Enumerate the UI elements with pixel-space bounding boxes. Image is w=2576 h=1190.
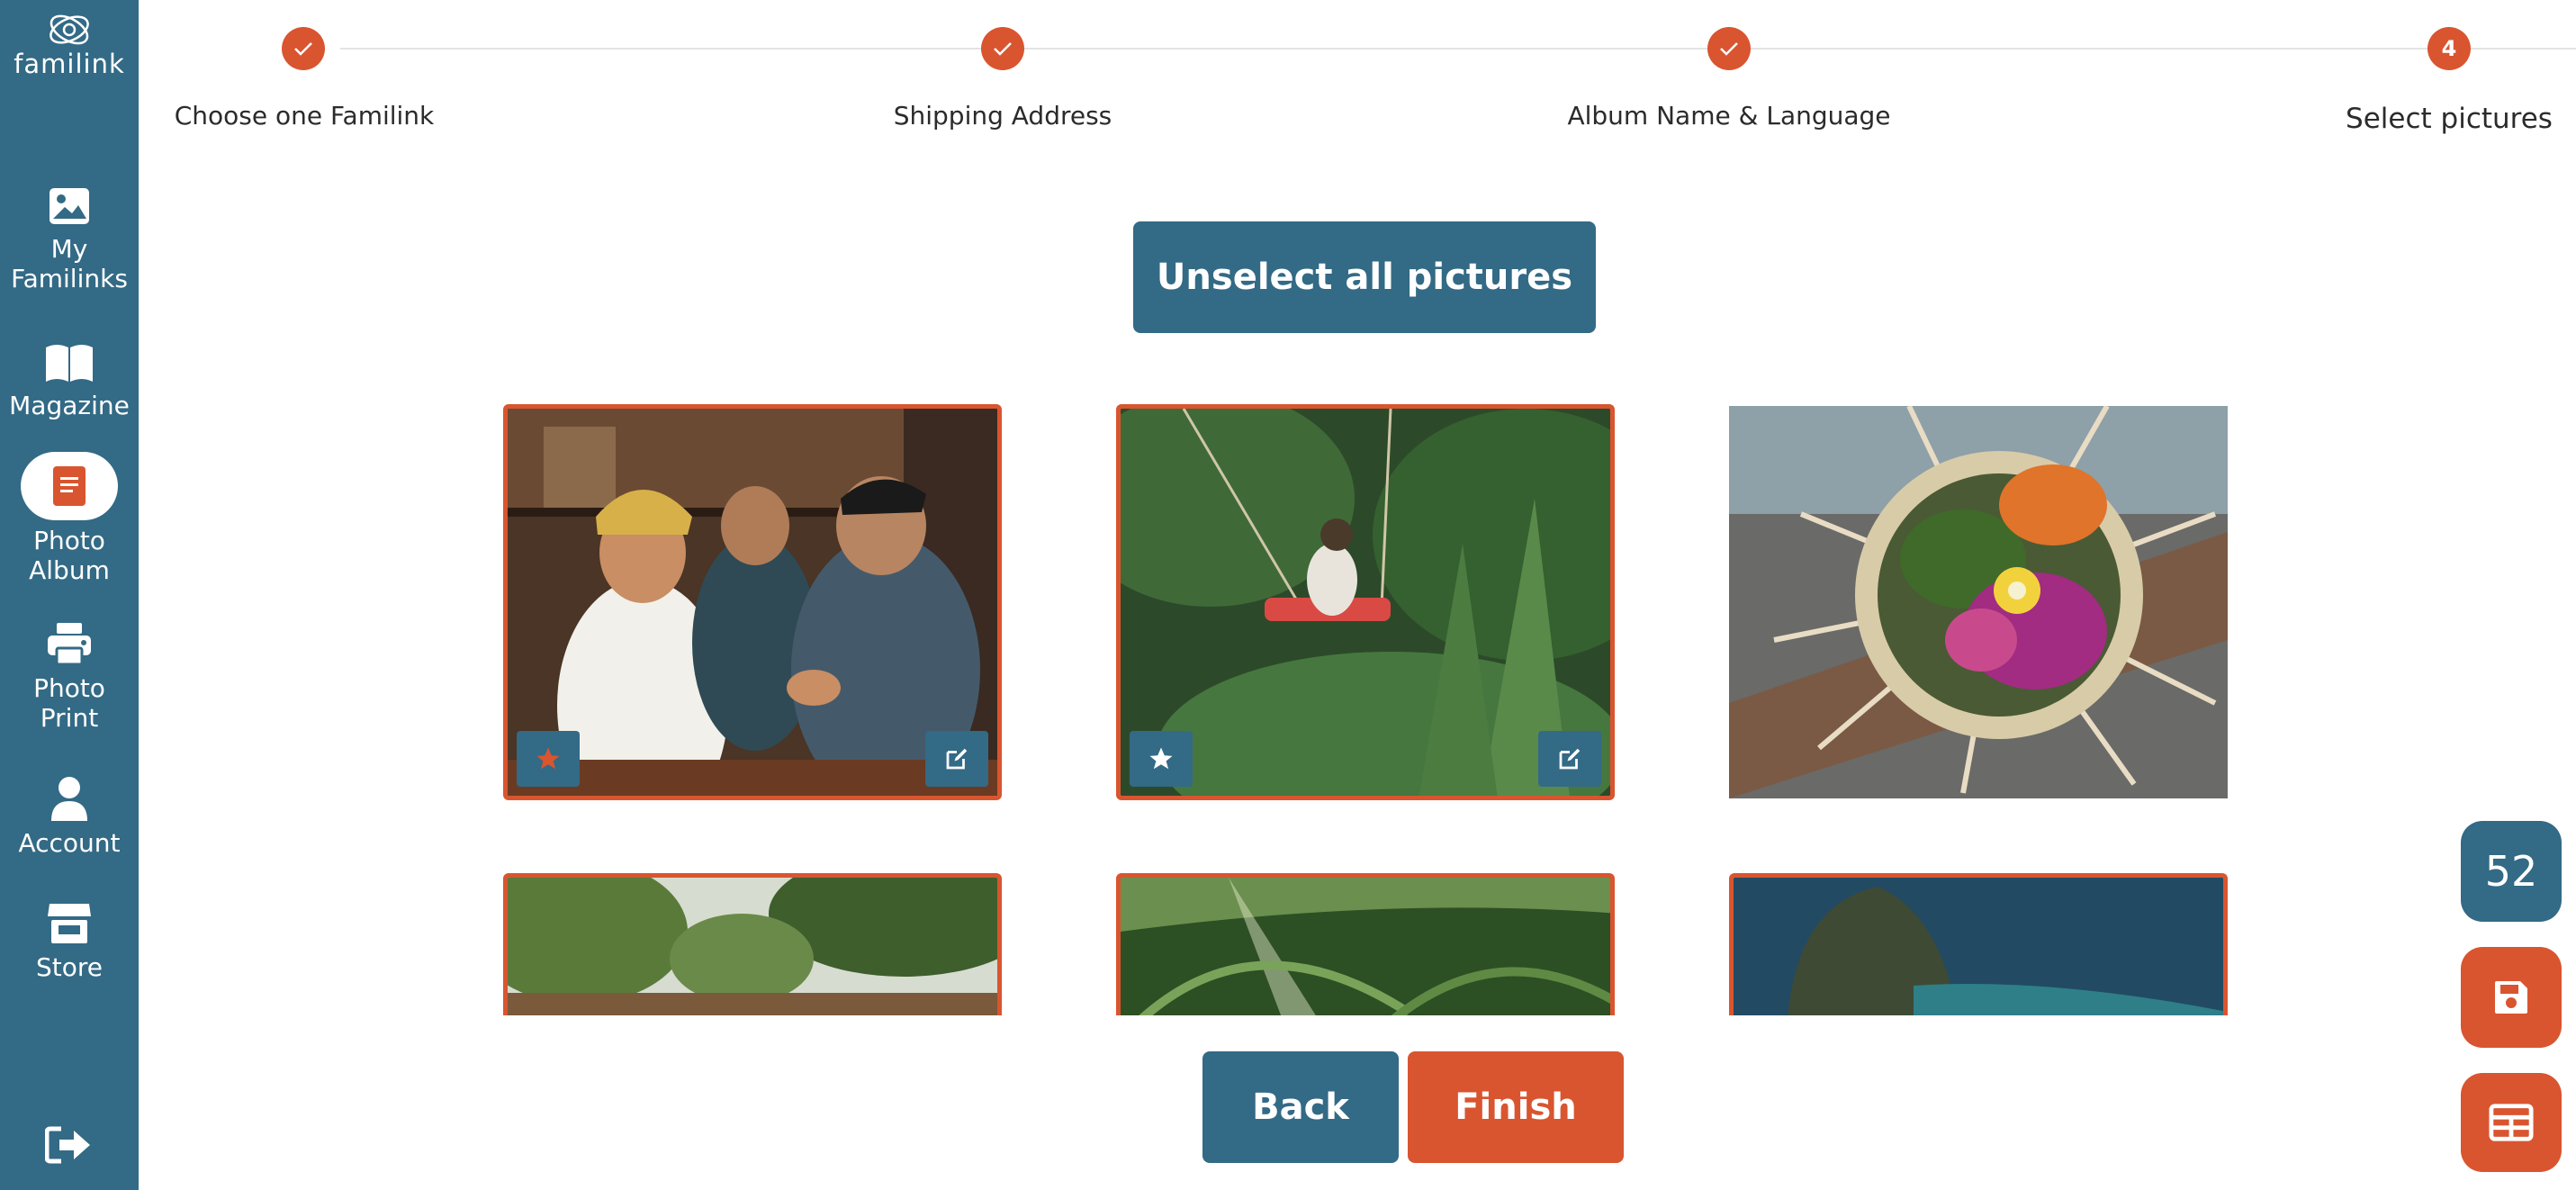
sidebar-item-label: Store <box>35 952 103 982</box>
edit-icon <box>946 748 968 770</box>
progress-stepper: 4 Choose one Familink Shipping Address A… <box>139 0 2576 162</box>
photo-card[interactable] <box>1116 873 1615 1015</box>
sidebar-item-photo-album[interactable]: Photo Album <box>0 452 139 585</box>
step-label: Select pictures <box>2346 103 2553 135</box>
sidebar-item-label: Familinks <box>11 264 128 293</box>
photo-garden-sign <box>508 878 997 1015</box>
step-connector <box>1069 48 1818 50</box>
check-icon <box>1720 42 1738 56</box>
book-open-icon <box>46 345 93 382</box>
photo-sea-cliff <box>1734 878 2223 1015</box>
photo-palm-forest <box>1121 878 1610 1015</box>
photo-card[interactable] <box>503 873 1002 1015</box>
step-4-current: 4 <box>2427 27 2471 70</box>
step-3-complete[interactable] <box>1707 27 1751 70</box>
step-label: Shipping Address <box>893 101 1112 131</box>
step-label: Choose one Familink <box>174 101 435 131</box>
photo-card[interactable] <box>1729 406 2228 798</box>
active-indicator <box>21 452 118 520</box>
sidebar-item-label: Print <box>40 703 99 733</box>
sidebar-item-store[interactable]: Store <box>0 900 139 982</box>
selected-count-badge: 52 <box>2461 821 2562 922</box>
familink-logo-icon <box>50 14 89 45</box>
unselect-all-button[interactable]: Unselect all pictures <box>1133 221 1596 333</box>
sidebar-item-label: My <box>50 234 88 264</box>
logo-text: familink <box>14 49 125 79</box>
check-icon <box>994 42 1012 56</box>
step-1-complete[interactable] <box>282 27 325 70</box>
sidebar-item-label: Album <box>29 555 110 585</box>
step-2-complete[interactable] <box>981 27 1024 70</box>
sidebar-item-my-familinks[interactable]: My Familinks <box>0 185 139 293</box>
sidebar-item-label: Account <box>18 828 121 858</box>
star-icon <box>1149 747 1173 770</box>
image-icon <box>50 188 89 224</box>
photo-card[interactable] <box>1729 873 2228 1015</box>
logout-icon <box>44 1126 90 1164</box>
familink-logo[interactable]: familink <box>0 9 139 79</box>
step-label: Album Name & Language <box>1567 101 1891 131</box>
check-icon <box>294 42 312 56</box>
save-button[interactable] <box>2461 947 2562 1048</box>
photo-offering <box>1729 406 2228 798</box>
photo-card[interactable] <box>503 404 1002 800</box>
layout-grid-icon <box>2489 1104 2534 1141</box>
sidebar-item-magazine[interactable]: Magazine <box>0 342 139 420</box>
back-button[interactable]: Back <box>1202 1051 1399 1163</box>
photo-card[interactable] <box>1116 404 1615 800</box>
edit-icon <box>1559 748 1581 770</box>
edit-photo-button[interactable] <box>1538 731 1601 787</box>
sidebar: familink My Familinks Magazine Photo Alb… <box>0 0 139 1190</box>
store-icon <box>48 904 91 943</box>
save-icon <box>2495 981 2527 1014</box>
edit-photo-button[interactable] <box>925 731 988 787</box>
star-icon <box>536 747 560 770</box>
user-icon <box>51 777 87 821</box>
printer-icon <box>48 623 91 666</box>
favorite-button[interactable] <box>517 731 580 787</box>
photo-album-icon <box>53 466 86 506</box>
sidebar-item-account[interactable]: Account <box>0 776 139 858</box>
finish-button[interactable]: Finish <box>1408 1051 1624 1163</box>
logout-button[interactable] <box>44 1125 92 1168</box>
favorite-button[interactable] <box>1130 731 1193 787</box>
layout-button[interactable] <box>2461 1073 2562 1172</box>
sidebar-item-label: Magazine <box>9 391 130 420</box>
sidebar-item-label: Photo <box>33 526 105 555</box>
sidebar-item-label: Photo <box>33 673 105 703</box>
sidebar-item-photo-print[interactable]: Photo Print <box>0 621 139 733</box>
